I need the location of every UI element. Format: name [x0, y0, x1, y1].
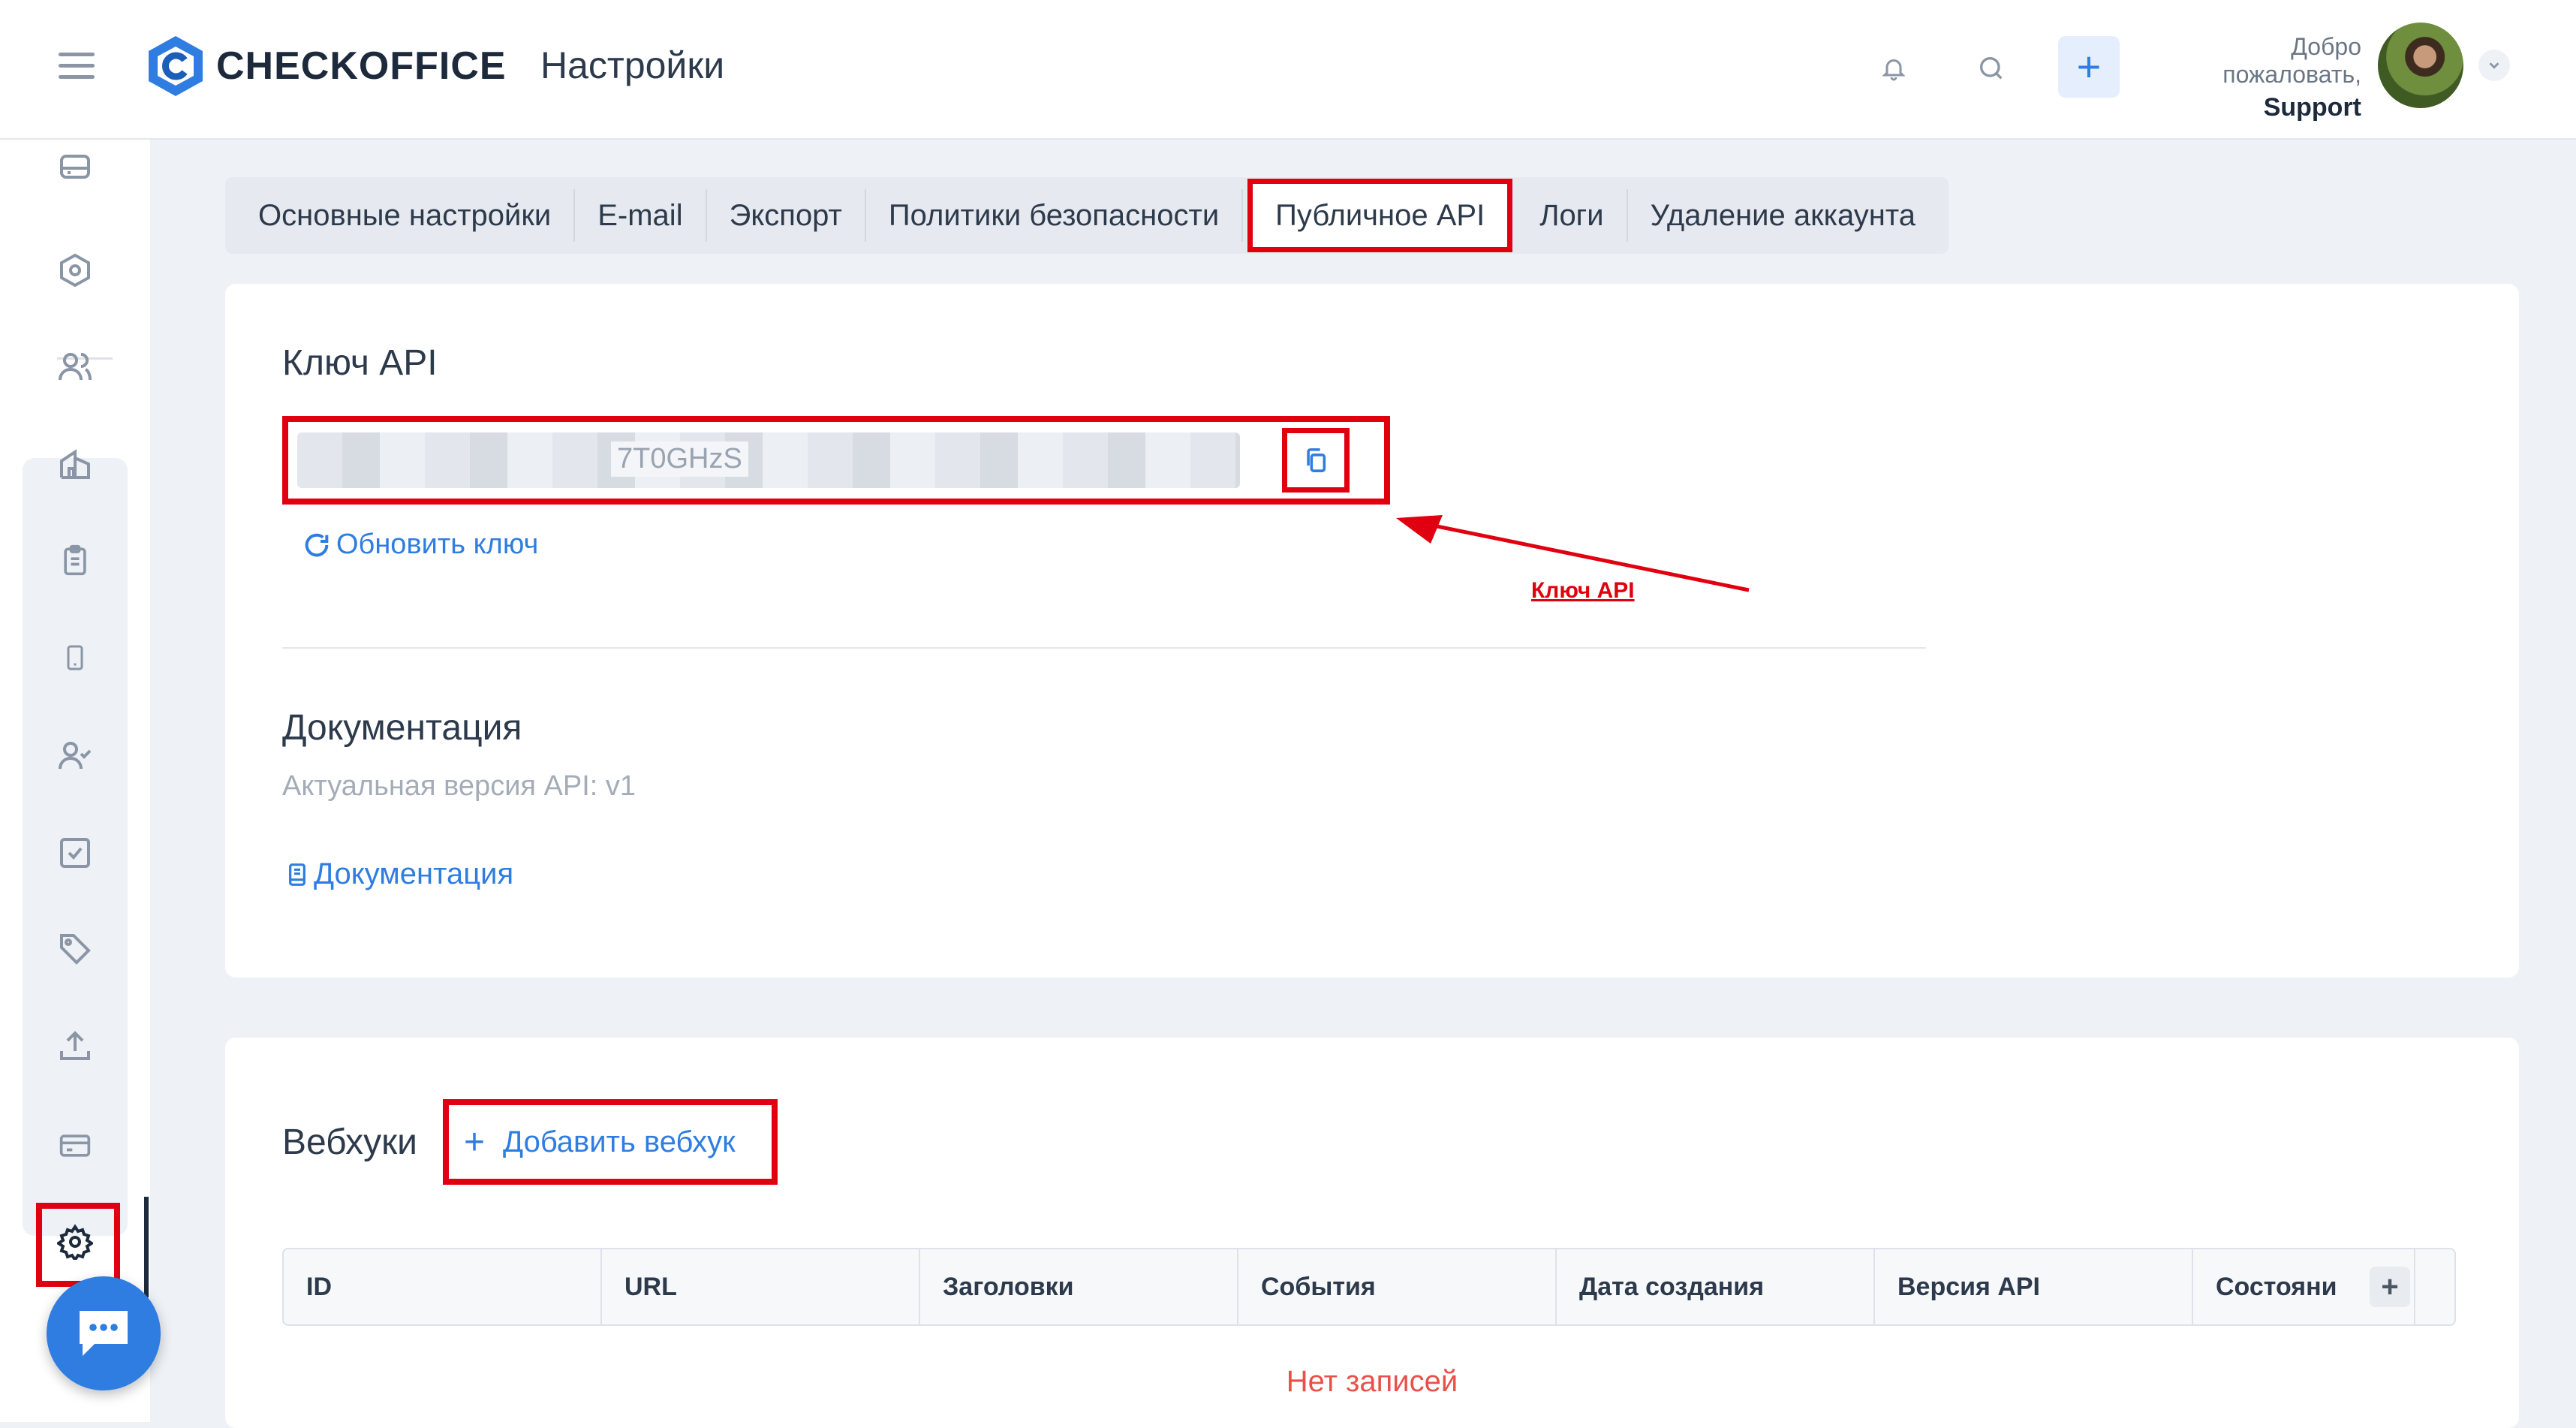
welcome-block: Добро пожаловать, Support: [2147, 33, 2361, 122]
copy-icon: [1307, 448, 1326, 472]
api-version-text: Актуальная версия API: v1: [282, 770, 636, 802]
refresh-icon: [305, 533, 329, 556]
column-created-date[interactable]: Дата создания: [1557, 1249, 1875, 1324]
chat-icon: [80, 1311, 128, 1356]
column-status[interactable]: Состояни: [2193, 1249, 2343, 1324]
column-url[interactable]: URL: [602, 1249, 920, 1324]
tag-icon[interactable]: [53, 926, 98, 972]
user-name: Support: [2263, 93, 2361, 122]
page-title: Настройки: [540, 44, 725, 86]
add-column-button[interactable]: +: [2343, 1249, 2415, 1324]
refresh-key-link[interactable]: Обновить ключ: [302, 529, 538, 561]
hexagon-icon[interactable]: [53, 248, 98, 293]
column-events[interactable]: События: [1238, 1249, 1557, 1324]
section-divider: [282, 647, 1926, 649]
tab-public-api[interactable]: Публичное API: [1247, 179, 1513, 252]
api-key-title: Ключ API: [282, 343, 438, 383]
api-key-field[interactable]: 7T0GHzS: [297, 432, 1240, 488]
add-webhook-label: Добавить вебхук: [503, 1125, 736, 1158]
chat-button[interactable]: [47, 1276, 161, 1390]
column-api-version[interactable]: Версия API: [1875, 1249, 2193, 1324]
checkbox-icon[interactable]: [53, 830, 98, 875]
documentation-label: Документация: [314, 857, 514, 890]
tab-general[interactable]: Основные настройки: [236, 189, 576, 242]
plus-icon: +: [464, 1122, 486, 1162]
users-icon[interactable]: [53, 344, 98, 389]
webhooks-table-header: ID URL Заголовки События Дата создания В…: [282, 1248, 2456, 1326]
chevron-down-icon[interactable]: [2478, 50, 2510, 81]
api-key-value: 7T0GHzS: [611, 441, 748, 477]
tab-export[interactable]: Экспорт: [707, 189, 866, 242]
plus-icon: +: [2370, 1267, 2410, 1307]
docs-title: Документация: [282, 708, 522, 748]
add-button[interactable]: +: [2058, 36, 2120, 98]
welcome-text: Добро пожаловать,: [2222, 33, 2361, 88]
building-icon[interactable]: [53, 441, 98, 487]
api-card: Ключ API 7T0GHzS Обновить ключ Ключ API …: [225, 284, 2519, 978]
phone-icon[interactable]: [53, 635, 98, 680]
bell-icon[interactable]: [1869, 44, 1918, 93]
menu-icon[interactable]: [59, 53, 95, 80]
user-check-icon[interactable]: [53, 733, 98, 778]
logo[interactable]: CHECKOFFICE: [147, 35, 507, 98]
logo-text: CHECKOFFICE: [216, 44, 507, 88]
copy-key-button[interactable]: [1282, 428, 1350, 493]
tab-delete-account[interactable]: Удаление аккаунта: [1628, 189, 1938, 242]
api-key-highlight: 7T0GHzS: [282, 416, 1390, 505]
add-webhook-button[interactable]: + Добавить вебхук: [443, 1099, 778, 1185]
tab-security-policies[interactable]: Политики безопасности: [866, 189, 1244, 242]
empty-state-text: Нет записей: [1286, 1365, 1458, 1398]
tab-logs[interactable]: Логи: [1517, 189, 1628, 242]
logo-icon: [149, 36, 203, 96]
settings-highlight: [36, 1203, 120, 1287]
column-id[interactable]: ID: [284, 1249, 602, 1324]
sidebar-active-indicator: [144, 1197, 149, 1297]
search-icon[interactable]: [1967, 44, 2016, 93]
inbox-icon[interactable]: [53, 144, 98, 189]
card-icon[interactable]: [53, 1123, 98, 1168]
refresh-key-label: Обновить ключ: [336, 529, 539, 560]
upload-icon[interactable]: [53, 1024, 98, 1069]
tab-email[interactable]: E-mail: [575, 189, 707, 242]
documentation-link[interactable]: Документация: [285, 857, 513, 891]
webhooks-title: Вебхуки: [282, 1122, 417, 1162]
avatar[interactable]: [2378, 23, 2463, 108]
clipboard-icon[interactable]: [53, 538, 98, 583]
top-bar: CHECKOFFICE Настройки + Добро пожаловать…: [0, 0, 2576, 140]
document-icon: [289, 863, 305, 886]
column-headers[interactable]: Заголовки: [920, 1249, 1238, 1324]
webhooks-card: Вебхуки + Добавить вебхук ID URL Заголов…: [225, 1038, 2519, 1428]
annotation-label: Ключ API: [1531, 578, 1635, 603]
settings-tabs: Основные настройки E-mail Экспорт Полити…: [225, 177, 1949, 254]
